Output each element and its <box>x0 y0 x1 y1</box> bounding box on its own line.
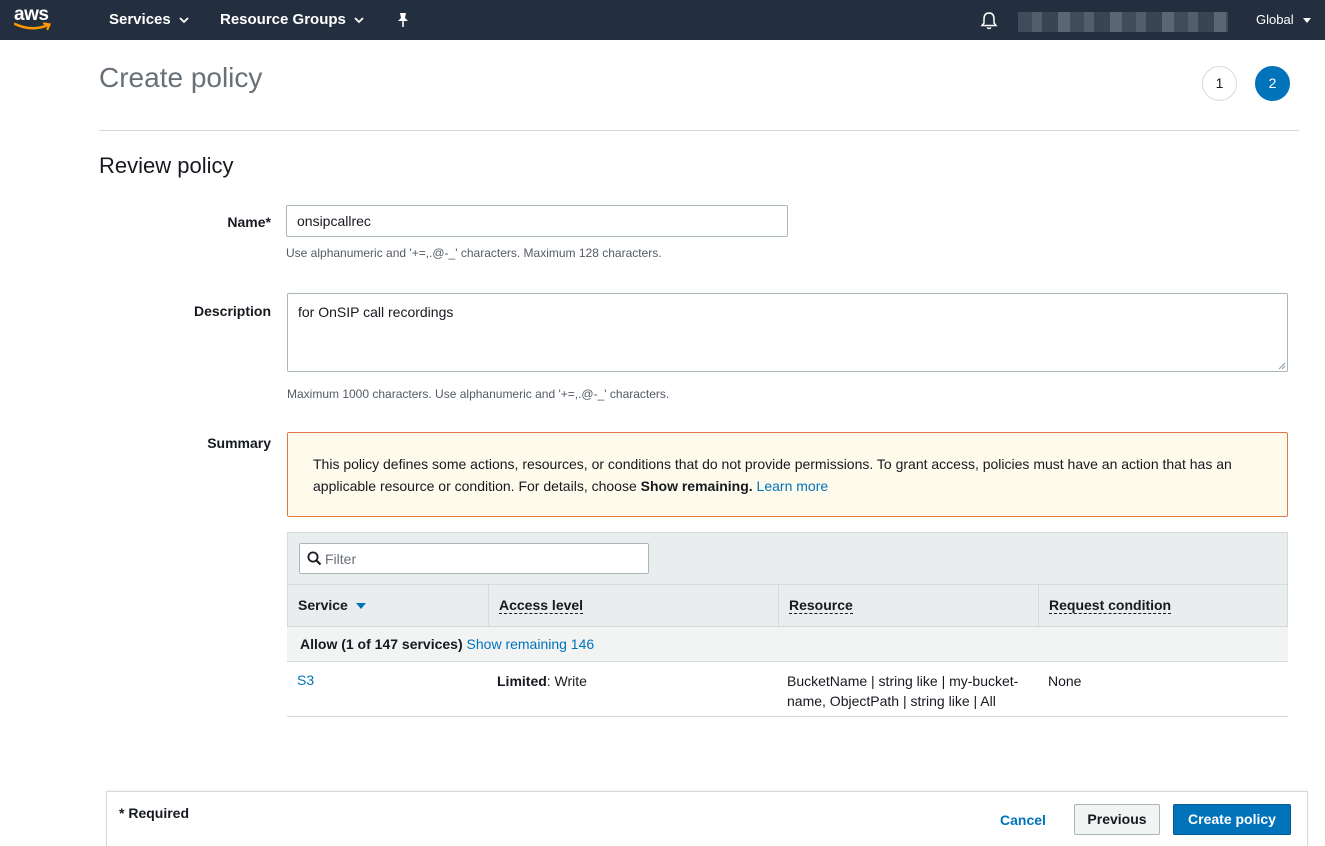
step-indicator-1[interactable]: 1 <box>1202 66 1237 101</box>
resize-handle-icon[interactable] <box>1278 362 1286 370</box>
cancel-button[interactable]: Cancel <box>1000 812 1046 828</box>
services-menu[interactable]: Services <box>109 0 189 40</box>
description-hint: Maximum 1000 characters. Use alphanumeri… <box>287 387 670 401</box>
learn-more-link[interactable]: Learn more <box>757 478 829 494</box>
column-header-resource[interactable]: Resource <box>778 585 1038 626</box>
request-condition-cell: None <box>1048 673 1082 689</box>
name-hint: Use alphanumeric and '+=,.@-_' character… <box>286 246 662 260</box>
resource-line-2: name, ObjectPath | string like | All <box>787 693 996 709</box>
column-access-level-label: Access level <box>499 597 584 614</box>
aws-smile-icon <box>14 22 52 31</box>
step-indicator-2-active: 2 <box>1255 66 1290 101</box>
table-header: Service Access level Resource Request co… <box>287 584 1288 627</box>
region-label: Global <box>1256 12 1294 27</box>
summary-label: Summary <box>207 435 271 451</box>
caret-down-icon <box>1303 18 1312 24</box>
chevron-down-icon <box>179 16 189 23</box>
alert-bold-text: Show remaining. <box>640 478 753 494</box>
column-resource-label: Resource <box>789 597 853 614</box>
column-request-condition-label: Request condition <box>1049 597 1172 614</box>
services-label: Services <box>109 11 171 28</box>
resource-groups-label: Resource Groups <box>220 11 346 28</box>
search-icon <box>307 551 322 566</box>
access-level-bold: Limited <box>497 673 547 689</box>
table-filter-bar <box>287 532 1288 584</box>
service-link-s3[interactable]: S3 <box>297 670 314 690</box>
create-policy-button[interactable]: Create policy <box>1173 804 1291 835</box>
access-level-cell: Limited: Write <box>497 671 587 691</box>
name-label: Name* <box>227 214 271 230</box>
show-remaining-link[interactable]: Show remaining 146 <box>467 636 595 652</box>
top-navigation-bar: aws Services Resource Groups Global <box>0 0 1325 40</box>
pin-icon[interactable] <box>396 12 410 28</box>
description-label: Description <box>193 303 271 319</box>
aws-logo[interactable]: aws <box>14 4 58 36</box>
footer-action-bar: * Required Cancel Previous Create policy <box>106 791 1308 846</box>
table-row: S3 Limited: Write BucketName | string li… <box>287 662 1288 717</box>
resource-groups-menu[interactable]: Resource Groups <box>220 0 364 40</box>
column-service-label: Service <box>298 597 348 613</box>
filter-input[interactable] <box>325 548 640 570</box>
resource-cell: BucketName | string like | my-bucket- na… <box>787 671 1032 711</box>
allow-group-label: Allow (1 of 147 services) <box>300 636 463 652</box>
column-header-access-level[interactable]: Access level <box>488 585 778 626</box>
name-input[interactable]: onsipcallrec <box>286 205 788 237</box>
previous-button[interactable]: Previous <box>1074 804 1160 835</box>
account-menu-redacted[interactable] <box>1018 12 1228 32</box>
header-divider <box>99 130 1299 131</box>
warning-alert: This policy defines some actions, resour… <box>287 432 1288 517</box>
page-title: Create policy <box>99 62 263 93</box>
chevron-down-icon <box>354 16 364 23</box>
bell-icon[interactable] <box>980 11 998 30</box>
filter-box[interactable] <box>299 543 649 574</box>
resource-line-1: BucketName | string like | my-bucket- <box>787 673 1019 689</box>
section-title: Review policy <box>99 153 234 178</box>
region-menu[interactable]: Global <box>1256 0 1312 40</box>
description-textarea[interactable]: for OnSIP call recordings <box>287 293 1288 372</box>
required-note: * Required <box>119 805 190 821</box>
column-header-service[interactable]: Service <box>288 585 488 626</box>
column-header-request-condition[interactable]: Request condition <box>1038 585 1287 626</box>
sort-descending-icon[interactable] <box>355 603 366 610</box>
access-level-rest: : Write <box>546 673 587 689</box>
allow-group-row: Allow (1 of 147 services) Show remaining… <box>287 627 1288 662</box>
